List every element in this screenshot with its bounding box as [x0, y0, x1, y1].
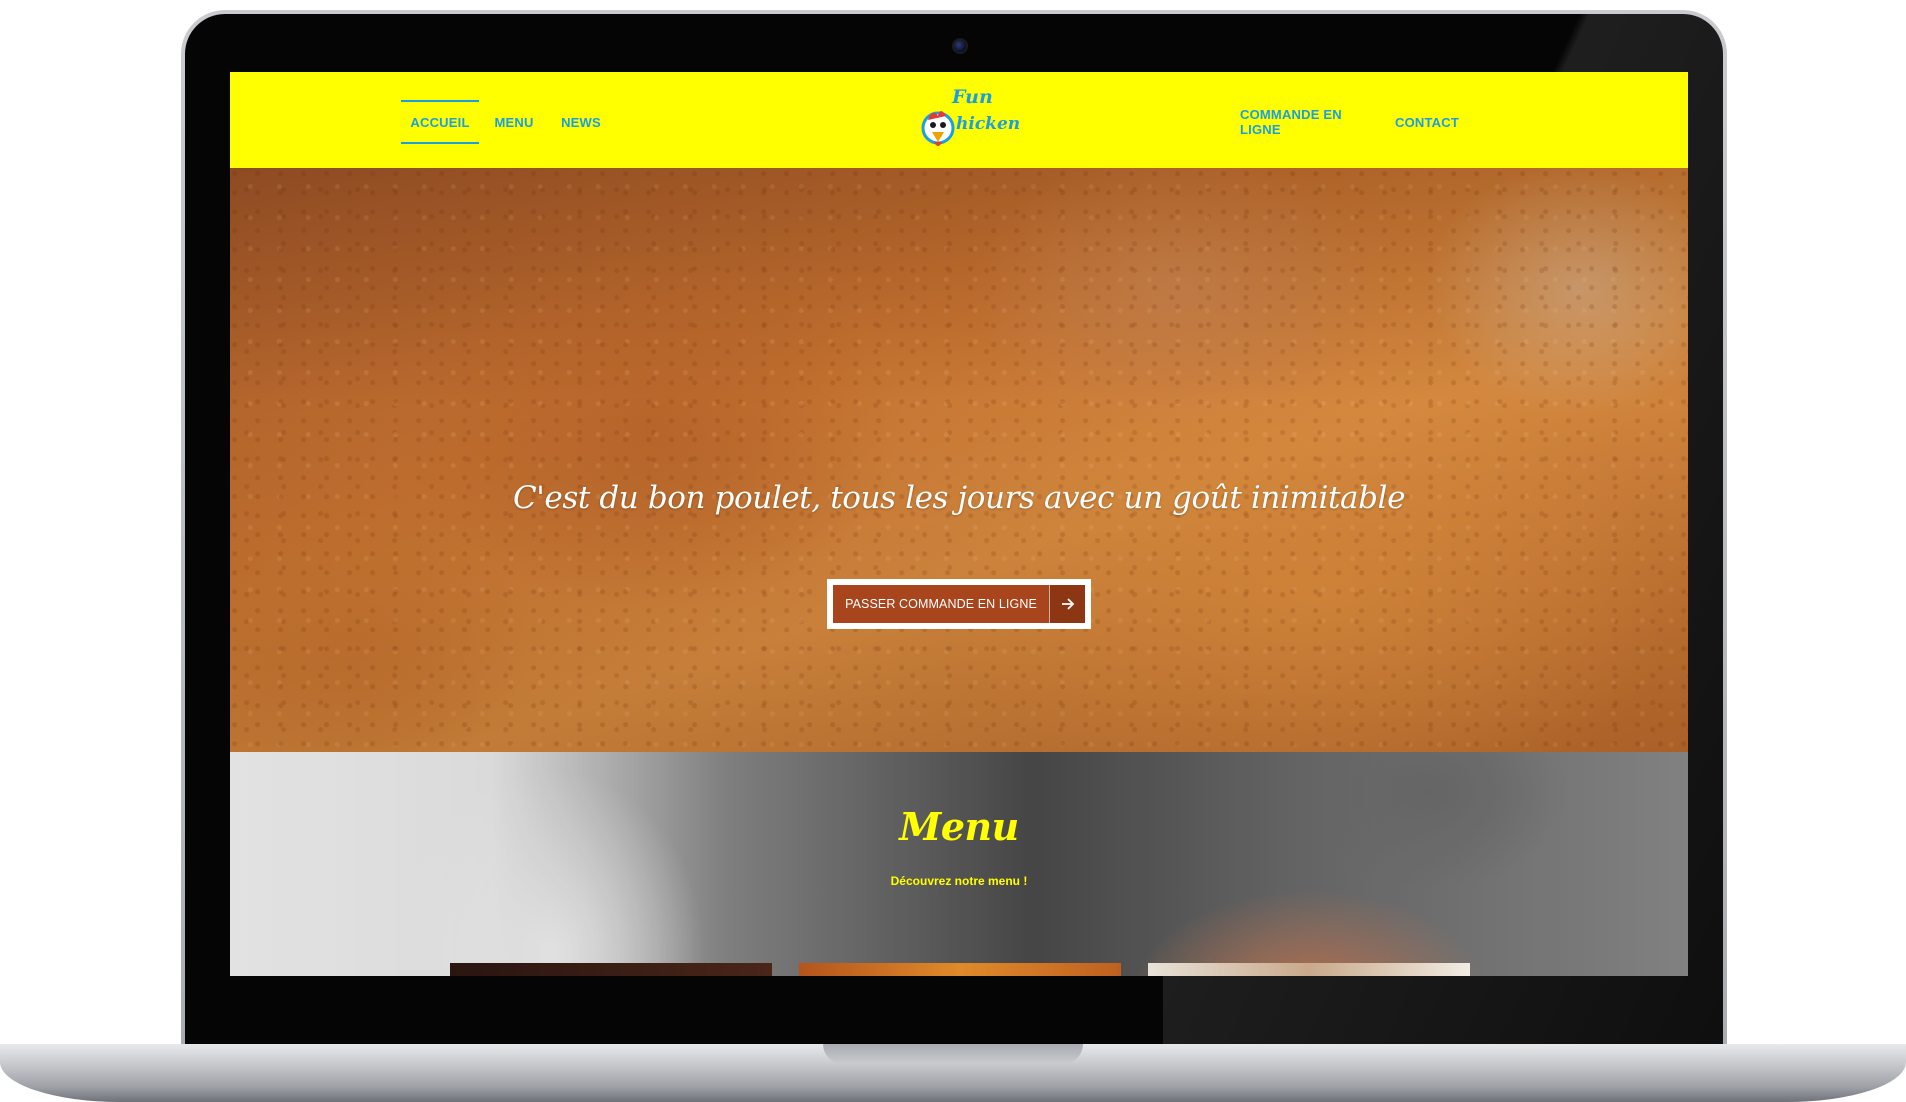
nav-link-news[interactable]: NEWS	[560, 100, 602, 144]
menu-card-3[interactable]	[1148, 963, 1470, 976]
menu-card-1[interactable]	[450, 963, 772, 976]
nav-link-contact[interactable]: CONTACT	[1395, 100, 1459, 144]
hero-overlay	[230, 168, 1688, 752]
menu-section-subtitle: Découvrez notre menu !	[890, 874, 1028, 888]
menu-card-2[interactable]	[799, 963, 1121, 976]
laptop-base-notch	[823, 1044, 1083, 1064]
nav-link-accueil[interactable]: ACCUEIL	[401, 100, 479, 144]
top-navigation: ACCUEIL MENU NEWS Fun hicken COMMANDE EN…	[230, 72, 1688, 168]
arrow-right-icon	[1049, 585, 1085, 623]
laptop-base	[0, 1044, 1906, 1102]
website-screen: ACCUEIL MENU NEWS Fun hicken COMMANDE EN…	[230, 72, 1688, 976]
order-online-button-label: PASSER COMMANDE EN LIGNE	[845, 597, 1037, 611]
hero-banner: C'est du bon poulet, tous les jours avec…	[230, 168, 1688, 752]
menu-section: Menu Découvrez notre menu !	[230, 752, 1688, 976]
hero-tagline: C'est du bon poulet, tous les jours avec…	[512, 480, 1406, 516]
nav-link-commande-en-ligne[interactable]: COMMANDE EN LIGNE	[1240, 100, 1368, 144]
logo-text-chicken: hicken	[956, 114, 1021, 134]
webcam	[952, 38, 968, 54]
order-online-button-inner: PASSER COMMANDE EN LIGNE	[833, 585, 1085, 623]
menu-section-title: Menu	[899, 804, 1019, 849]
order-online-button[interactable]: PASSER COMMANDE EN LIGNE	[827, 579, 1091, 629]
nav-link-menu[interactable]: MENU	[493, 100, 535, 144]
menu-section-background-image	[230, 752, 1688, 976]
fun-chicken-logo[interactable]: Fun hicken	[918, 84, 1021, 156]
logo-text-fun: Fun	[952, 86, 993, 108]
